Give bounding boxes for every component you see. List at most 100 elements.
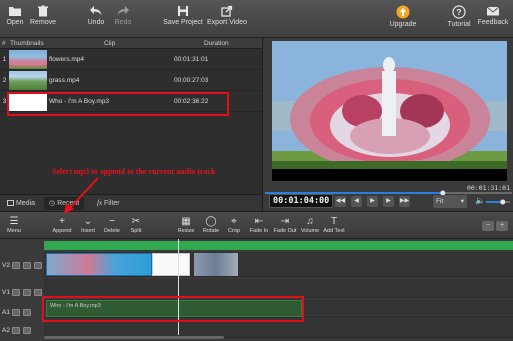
speaker-icon[interactable] (34, 262, 42, 269)
save-project-label: Save Project (163, 19, 203, 26)
time-ruler[interactable] (44, 241, 513, 250)
column-header-clip: Clip (104, 40, 116, 47)
envelope-icon (486, 6, 500, 16)
preview-panel: 00:01:31:01 00:01:04:00 ◀◀ ◀ ▶ ▶ ▶▶ Fit … (262, 38, 513, 211)
upgrade-arrow-icon (396, 5, 410, 19)
zoom-out-icon[interactable]: − (482, 221, 494, 231)
remove-button[interactable]: Remove (30, 3, 56, 36)
timeline-scrubber[interactable]: 00:01:31:01 (263, 184, 513, 196)
rotate-icon: ◯ (205, 216, 217, 227)
fade-out-label: Fade Out (273, 228, 297, 234)
redo-arrow-icon (117, 6, 129, 16)
trash-icon (38, 5, 48, 17)
volume-button[interactable]: ♫ Volume (299, 215, 321, 234)
lock-icon[interactable] (23, 289, 31, 296)
timecode-display[interactable]: 00:01:04:00 (269, 194, 334, 208)
media-row[interactable]: 2 grass.mp4 00:00:27:03 (0, 70, 262, 91)
eye-icon[interactable] (12, 289, 20, 296)
resize-button[interactable]: ▦ Resize (175, 215, 197, 234)
preview-frame-image (272, 41, 507, 181)
list-icon: ☰ (9, 216, 19, 227)
tutorial-button[interactable]: ? Tutorial (446, 3, 472, 36)
open-button[interactable]: Open (4, 3, 26, 36)
video-clip-selected[interactable] (152, 253, 190, 276)
chevron-down-icon: ▾ (460, 198, 464, 205)
zoom-fit-value: Fit (436, 198, 444, 205)
rewind-button[interactable]: ◀ (351, 196, 362, 207)
resize-label: Resize (177, 228, 195, 234)
clip-name: grass.mp4 (49, 77, 80, 84)
resize-icon: ▦ (181, 216, 191, 227)
track-header-a2: A2 (0, 321, 44, 341)
crop-label: Crop (228, 228, 240, 234)
speaker-icon[interactable] (23, 309, 31, 316)
media-row[interactable]: 1 flowers.mp4 00:01:31:01 (0, 49, 262, 70)
volume-label: Volume (300, 228, 320, 234)
track-name: V1 (2, 289, 10, 296)
track-name: A2 (2, 327, 10, 334)
video-clip-grass[interactable] (194, 253, 238, 276)
prev-button[interactable]: ◀◀ (335, 196, 346, 207)
play-button[interactable]: ▶ (367, 196, 378, 207)
upgrade-button[interactable]: Upgrade (388, 3, 418, 36)
zoom-in-icon[interactable]: + (496, 221, 508, 231)
remove-label: Remove (30, 19, 57, 26)
fade-out-icon: ⇥ (280, 216, 290, 227)
clip-duration: 00:00:27:03 (174, 77, 209, 84)
speaker-icon: ♫ (306, 216, 314, 227)
undo-arrow-icon (90, 6, 102, 16)
app-window: Open Remove Undo Redo Save Project Expor… (0, 0, 513, 341)
video-thumbnail (9, 50, 47, 69)
zoom-fit-select[interactable]: Fit ▾ (433, 195, 467, 208)
insert-label: Insert (81, 228, 95, 234)
question-icon: ? (452, 5, 466, 19)
speaker-icon: 🔈 (475, 196, 485, 205)
forward-button[interactable]: ▶ (383, 196, 394, 207)
video-thumbnail (9, 71, 47, 90)
track-header-v2: V2 (0, 256, 44, 276)
feedback-button[interactable]: Feedback (477, 3, 509, 36)
split-button[interactable]: ✂ Split (126, 215, 146, 234)
tab-media-label: Media (15, 200, 36, 207)
feedback-label: Feedback (477, 19, 509, 26)
media-table-header: # Thumbnails Clip Duration (0, 38, 262, 49)
video-preview (272, 41, 507, 181)
video-clip-flowers[interactable] (46, 253, 152, 276)
media-tab-bar: Media ◷ Recent fx Filter (0, 194, 262, 211)
volume-slider[interactable] (485, 198, 511, 206)
row-number: 2 (2, 77, 7, 84)
column-header-num: # (2, 40, 6, 47)
undo-button[interactable]: Undo (85, 3, 107, 36)
horizontal-scrollbar[interactable] (44, 336, 224, 339)
fade-in-icon: ⇤ (254, 216, 264, 227)
track-lane-v2[interactable] (44, 252, 513, 277)
add-text-button[interactable]: T Add Text (322, 215, 346, 234)
crop-icon: ⌖ (231, 216, 237, 227)
track-header-v1: V1 (0, 283, 44, 303)
redo-button[interactable]: Redo (112, 3, 134, 36)
lock-icon[interactable] (12, 327, 20, 334)
eye-icon[interactable] (12, 262, 20, 269)
fade-in-button[interactable]: ⇤ Fade In (248, 215, 270, 234)
append-label: Append (52, 228, 72, 234)
crop-button[interactable]: ⌖ Crop (225, 215, 243, 234)
export-video-button[interactable]: Export Video (206, 3, 248, 36)
next-button[interactable]: ▶▶ (399, 196, 410, 207)
speaker-icon[interactable] (34, 289, 42, 296)
lock-icon[interactable] (23, 262, 31, 269)
razor-icon: ✂ (131, 216, 141, 227)
menu-button[interactable]: ☰ Menu (4, 215, 24, 234)
split-label: Split (130, 228, 142, 234)
lock-icon[interactable] (12, 309, 20, 316)
upgrade-label: Upgrade (389, 21, 417, 28)
undo-label: Undo (87, 19, 105, 26)
speaker-icon[interactable] (23, 327, 31, 334)
folder-icon (9, 7, 21, 16)
timeline-panel: V2 V1 A1 Who - I'm A Boy.mp3 A2 (0, 239, 513, 341)
tab-media[interactable]: Media (2, 197, 40, 210)
fade-out-button[interactable]: ⇥ Fade Out (272, 215, 298, 234)
redo-label: Redo (114, 19, 132, 26)
annotation-arrow-icon (64, 177, 99, 214)
rotate-button[interactable]: ◯ Rotate (200, 215, 222, 234)
save-project-button[interactable]: Save Project (162, 3, 204, 36)
